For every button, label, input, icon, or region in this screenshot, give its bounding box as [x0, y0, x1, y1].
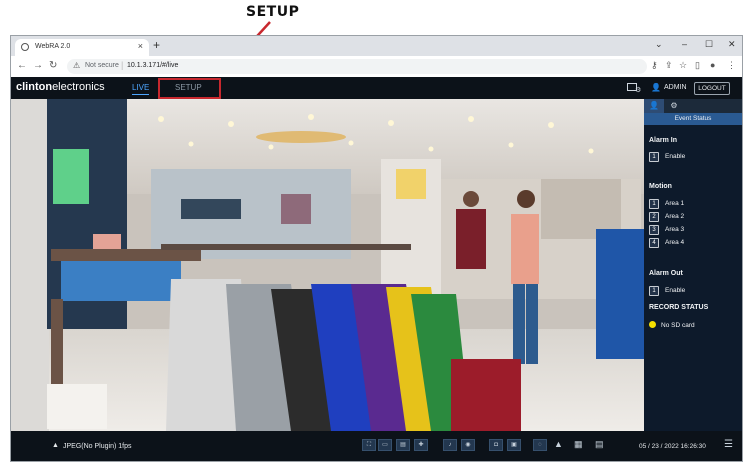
record-status-text: No SD card [661, 322, 695, 329]
sidebar-icon[interactable]: ▯ [695, 60, 700, 71]
record-status-item: No SD card [649, 321, 695, 329]
warning-icon[interactable]: ⚠ [73, 61, 80, 70]
status-dot-icon [649, 321, 656, 328]
live-video-feed[interactable] [11, 99, 644, 431]
item-number: 4 [649, 238, 659, 248]
tab-search-icon[interactable]: ⌄ [655, 39, 663, 50]
item-label: Enable [665, 287, 686, 294]
profile-icon[interactable]: ● [710, 60, 715, 70]
fit-screen-icon[interactable]: ⛶ [362, 439, 376, 451]
omnibox-divider: | [121, 60, 124, 70]
motion-item: 2 Area 2 [649, 212, 684, 222]
brand-logo: clintonelectronics [16, 81, 105, 93]
item-label: Area 3 [665, 226, 685, 233]
key-icon[interactable]: ⚷ [651, 60, 658, 71]
event-status-panel: 👤 ⚙ Event Status Alarm In 1 Enable Motion… [644, 99, 742, 431]
browser-tab[interactable]: WebRA 2.0 × [15, 39, 149, 56]
item-label: Area 1 [665, 200, 685, 207]
hamburger-menu-icon[interactable]: ☰ [724, 439, 733, 450]
alarm-in-title: Alarm In [649, 137, 678, 144]
alarm-out-title: Alarm Out [649, 270, 683, 277]
tab-live[interactable]: LIVE [132, 83, 150, 95]
resolution-icon[interactable]: ▤ [396, 439, 410, 451]
event-status-title: Event Status [644, 113, 742, 125]
url-input[interactable]: ⚠ Not secure | 10.1.3.171/#/live [67, 59, 647, 74]
video-frame [11, 99, 644, 431]
alarm-output-icon[interactable]: ▦ [574, 439, 583, 450]
logout-button[interactable]: LOGOUT [694, 82, 730, 95]
motion-item: 4 Area 4 [649, 238, 684, 248]
alarm-out-item: 1 Enable [649, 286, 685, 296]
item-label: Area 4 [665, 239, 685, 246]
item-label: Area 2 [665, 213, 685, 220]
security-status: Not secure [85, 62, 119, 69]
audio-icon[interactable]: ♪ [443, 439, 457, 451]
tab-close-icon[interactable]: × [138, 41, 143, 51]
aspect-ratio-icon[interactable]: ▭ [378, 439, 392, 451]
setup-annotation-label: SETUP [246, 4, 300, 20]
item-number: 1 [649, 199, 659, 209]
gear-icon: ⚙ [635, 87, 642, 94]
logo-bold: clinton [16, 81, 53, 93]
item-number: 2 [649, 212, 659, 222]
item-number: 1 [649, 286, 659, 296]
item-number: 1 [649, 152, 659, 162]
logo-rest: electronics [52, 81, 105, 93]
reload-icon[interactable]: ↻ [49, 60, 57, 71]
record-icon[interactable]: ▣ [507, 439, 521, 451]
item-label: Enable [665, 153, 686, 160]
username: ADMIN [664, 84, 687, 91]
browser-window: WebRA 2.0 × + ⌄ – ☐ ✕ ← → ↻ ⚠ Not secure… [10, 35, 743, 462]
alarm-bell-icon[interactable]: ▲ [554, 439, 563, 449]
minimize-icon[interactable]: – [682, 39, 687, 49]
web-app: clintonelectronics LIVE SETUP ⚙ 👤 ADMIN … [11, 77, 742, 461]
back-icon[interactable]: ← [17, 60, 27, 71]
item-number: 3 [649, 225, 659, 235]
sd-card-icon[interactable]: ▤ [595, 439, 604, 450]
expand-up-icon[interactable]: ▲ [52, 442, 59, 449]
browser-tab-strip: WebRA 2.0 × + ⌄ – ☐ ✕ [11, 36, 742, 56]
digital-zoom-icon[interactable]: ✚ [414, 439, 428, 451]
close-window-icon[interactable]: ✕ [728, 39, 736, 50]
user-icon: 👤 [651, 83, 661, 92]
app-header: clintonelectronics LIVE SETUP ⚙ 👤 ADMIN … [11, 77, 742, 99]
kebab-menu-icon[interactable]: ⋮ [727, 60, 736, 71]
panel-tabs: 👤 ⚙ [644, 99, 742, 113]
tab-setup[interactable]: SETUP [175, 83, 202, 92]
motion-title: Motion [649, 183, 672, 190]
event-tab-icon[interactable]: 👤 [644, 99, 664, 113]
maximize-icon[interactable]: ☐ [705, 39, 713, 50]
star-icon[interactable]: ☆ [679, 60, 687, 71]
share-icon[interactable]: ⇪ [665, 60, 673, 71]
microphone-icon[interactable]: ◉ [461, 439, 475, 451]
browser-tab-title: WebRA 2.0 [35, 43, 71, 50]
bottom-toolbar: ▲ JPEG(No Plugin) 1fps ⛶ ▭ ▤ ✚ ♪ ◉ ◘ ▣ ◌… [11, 431, 742, 461]
globe-icon [21, 43, 29, 51]
url-text: 10.1.3.171/#/live [127, 62, 179, 69]
address-bar-row: ← → ↻ ⚠ Not secure | 10.1.3.171/#/live ⚷… [11, 56, 742, 78]
new-tab-icon[interactable]: + [153, 38, 160, 52]
motion-item: 1 Area 1 [649, 199, 684, 209]
record-status-title: RECORD STATUS [649, 304, 709, 311]
motion-item: 3 Area 3 [649, 225, 684, 235]
date-time: 05 / 23 / 2022 16:26:30 [639, 443, 706, 450]
device-tab-icon[interactable]: ⚙ [664, 99, 684, 113]
alarm-in-item: 1 Enable [649, 152, 685, 162]
snapshot-icon[interactable]: ◘ [489, 439, 503, 451]
forward-icon[interactable]: → [33, 60, 43, 71]
stream-info: JPEG(No Plugin) 1fps [63, 443, 132, 450]
ptz-icon[interactable]: ◌ [533, 439, 547, 451]
